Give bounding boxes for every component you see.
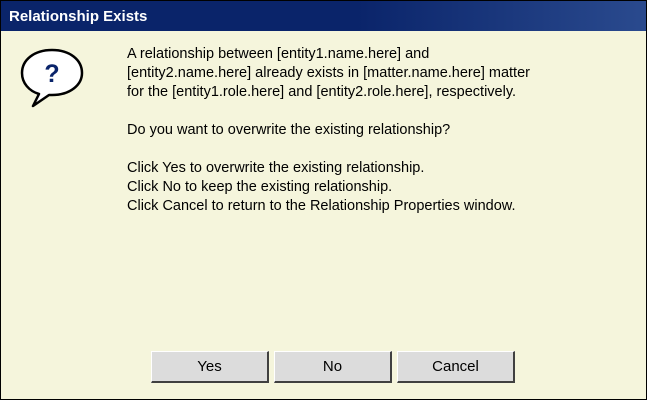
dialog-title: Relationship Exists <box>9 7 148 25</box>
relationship-exists-dialog: Relationship Exists ? A relationship bet… <box>0 0 647 400</box>
yes-button[interactable]: Yes <box>151 351 269 383</box>
svg-text:?: ? <box>44 60 59 88</box>
instruction-yes: Click Yes to overwrite the existing rela… <box>127 160 425 176</box>
message-line: A relationship between [entity1.name.her… <box>127 46 430 62</box>
instruction-no: Click No to keep the existing relationsh… <box>127 179 393 195</box>
instruction-cancel: Click Cancel to return to the Relationsh… <box>127 198 516 214</box>
no-button[interactable]: No <box>274 351 392 383</box>
question-icon: ? <box>19 47 85 109</box>
question-text: Do you want to overwrite the existing re… <box>127 122 451 138</box>
message-line: [entity2.name.here] already exists in [m… <box>127 65 530 81</box>
message-line: for the [entity1.role.here] and [entity2… <box>127 84 517 100</box>
question-bubble-icon: ? <box>20 48 84 108</box>
message-body: A relationship between [entity1.name.her… <box>127 45 627 216</box>
title-bar[interactable]: Relationship Exists <box>1 1 646 31</box>
cancel-button[interactable]: Cancel <box>397 351 515 383</box>
